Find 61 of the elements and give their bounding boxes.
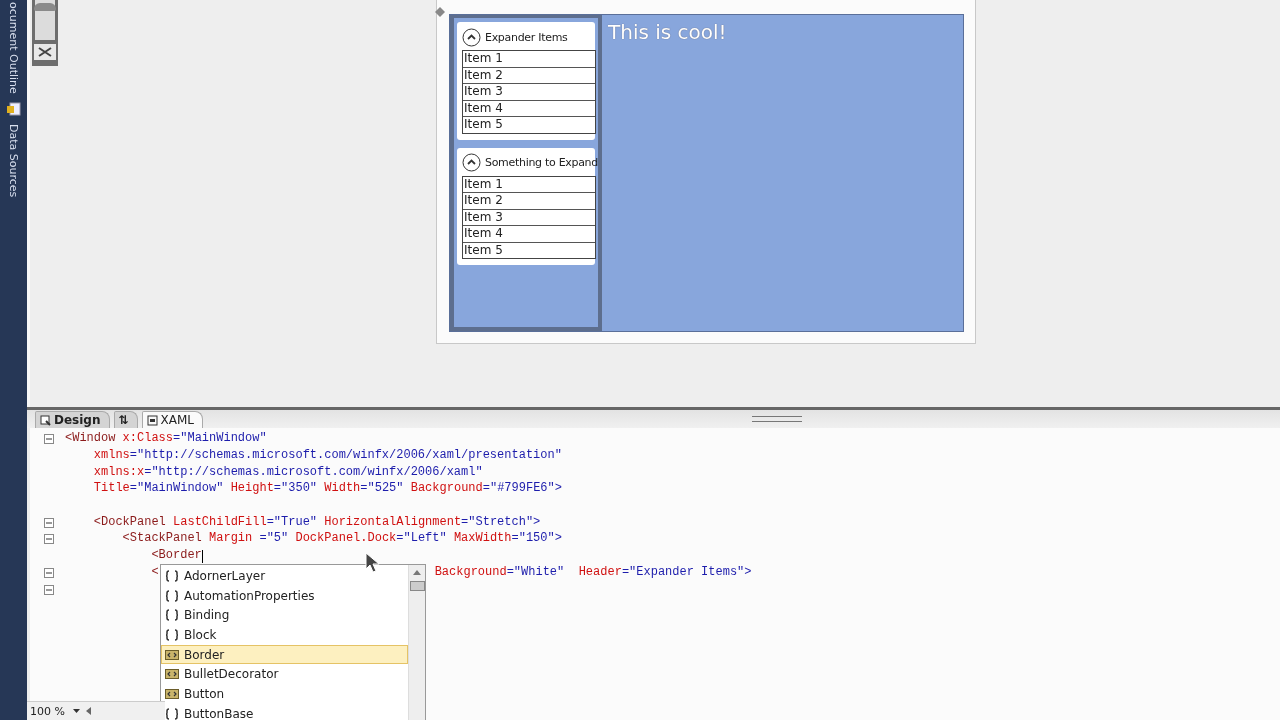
braces-icon xyxy=(165,609,179,622)
side-panel-tab[interactable]: Data Sources xyxy=(7,121,20,200)
braces-icon xyxy=(165,589,179,602)
scroll-up-icon[interactable] xyxy=(413,569,421,575)
slider-thumb[interactable] xyxy=(34,3,56,12)
collapse-icon[interactable] xyxy=(44,434,54,445)
list-item[interactable]: Item 2 xyxy=(463,193,595,210)
code-line: <DockPanel LastChildFill="True" HorizontalAlignment="Stretch"> xyxy=(92,514,541,529)
collapse-icon[interactable] xyxy=(44,517,54,528)
list-item[interactable]: Item 1 xyxy=(463,176,595,193)
code-line: < xyxy=(150,564,159,579)
move-handle-icon[interactable] xyxy=(435,7,445,17)
braces-icon xyxy=(165,628,179,641)
dropdown-arrow-icon xyxy=(72,709,80,713)
list-item[interactable]: Item 2 xyxy=(463,67,595,84)
collapse-icon[interactable] xyxy=(44,534,54,545)
completion-item[interactable]: BulletDecorator xyxy=(161,664,408,685)
completion-item[interactable]: Button xyxy=(161,684,408,704)
code-line: <Window x:Class="MainWindow" xyxy=(65,431,267,446)
chevron-up-icon[interactable] xyxy=(462,27,481,47)
code-line: <StackPanel Margin ="5" DockPanel.Dock="Left" MaxWidth="150"> xyxy=(121,531,562,546)
heading-text: This is cool! xyxy=(608,20,728,44)
zoom-slider[interactable] xyxy=(35,0,55,40)
view-tab[interactable]: ⇅ xyxy=(113,411,138,428)
braces-icon xyxy=(165,569,179,582)
expander-header: Something to Expand xyxy=(485,156,598,169)
code-view-icon xyxy=(146,414,158,426)
completion-item[interactable]: AdornerLayer xyxy=(161,566,408,586)
design-view-icon xyxy=(40,414,51,426)
code-line: Title="MainWindow" Height="350" Width="525" Background="#799FE6"> xyxy=(92,481,562,496)
view-tab[interactable]: Design xyxy=(35,411,110,428)
class-icon xyxy=(165,669,179,680)
fit-to-window-icon[interactable] xyxy=(38,47,52,57)
code-line: xmlns:x="http://schemas.microsoft.com/winfx/2006/xaml" xyxy=(92,464,483,479)
class-icon xyxy=(165,688,179,699)
code-line: xmlns="http://schemas.microsoft.com/winfx/2006/xaml/presentation" xyxy=(92,448,562,463)
list-item[interactable]: Item 3 xyxy=(463,209,595,226)
completion-item[interactable]: Block xyxy=(161,625,408,645)
chevron-up-icon[interactable] xyxy=(462,153,481,172)
collapse-icon[interactable] xyxy=(44,567,54,578)
completion-item[interactable]: Border xyxy=(161,644,408,665)
scroll-left-icon[interactable] xyxy=(85,707,91,715)
code-line: <Border xyxy=(150,548,202,563)
scroll-thumb[interactable] xyxy=(409,581,425,591)
list-item[interactable]: Item 5 xyxy=(463,117,595,133)
collapse-icon[interactable] xyxy=(44,584,54,595)
list-item[interactable]: Item 3 xyxy=(463,84,595,101)
side-panel-tab[interactable]: ocument Outline xyxy=(7,0,20,96)
completion-item[interactable]: AutomationProperties xyxy=(161,585,408,606)
view-tab[interactable]: XAML xyxy=(141,411,204,428)
list-item[interactable]: Item 4 xyxy=(463,226,595,243)
list-item[interactable]: Item 4 xyxy=(463,100,595,117)
list-item[interactable]: Item 1 xyxy=(463,51,595,68)
database-icon xyxy=(6,101,21,116)
code-line: Background="White" Header="Expander Items"> xyxy=(434,564,752,579)
expander-header: Expander Items xyxy=(485,30,568,44)
list-item[interactable]: Item 5 xyxy=(463,242,595,258)
class-icon xyxy=(165,649,179,660)
completion-item[interactable]: Binding xyxy=(161,605,408,626)
completion-item[interactable]: ButtonBase xyxy=(161,703,408,720)
braces-icon xyxy=(165,707,179,720)
